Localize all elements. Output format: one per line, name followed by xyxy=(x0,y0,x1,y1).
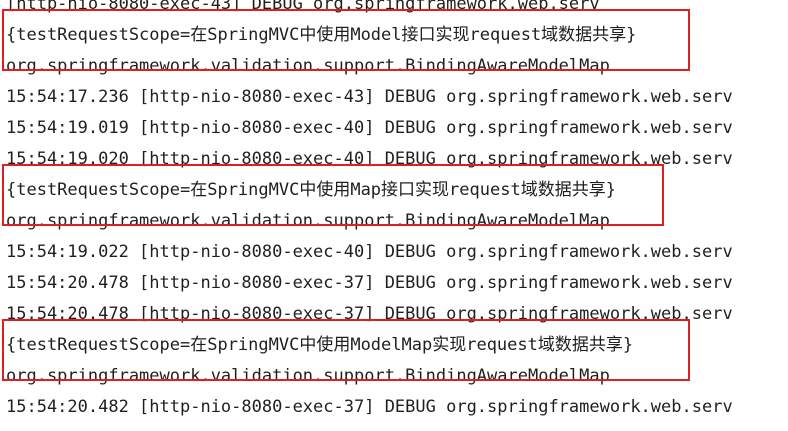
console-line-4: 15:54:19.019 [http-nio-8080-exec-40] DEB… xyxy=(6,118,733,138)
console-line-6: {testRequestScope=在SpringMVC中使用Map接口实现re… xyxy=(6,180,616,200)
console-output: [http-nio-8080-exec-43] DEBUG org.spring… xyxy=(0,0,788,423)
console-line-8: 15:54:19.022 [http-nio-8080-exec-40] DEB… xyxy=(6,242,733,262)
console-line-12: org.springframework.validation.support.B… xyxy=(6,366,610,386)
console-line-11: {testRequestScope=在SpringMVC中使用ModelMap实… xyxy=(6,335,634,355)
console-line-5: 15:54:19.020 [http-nio-8080-exec-40] DEB… xyxy=(6,149,733,169)
console-line-3: 15:54:17.236 [http-nio-8080-exec-43] DEB… xyxy=(6,87,733,107)
console-line-13: 15:54:20.482 [http-nio-8080-exec-37] DEB… xyxy=(6,397,733,417)
console-line-7: org.springframework.validation.support.B… xyxy=(6,211,610,231)
console-line-9: 15:54:20.478 [http-nio-8080-exec-37] DEB… xyxy=(6,273,733,293)
console-line-2: org.springframework.validation.support.B… xyxy=(6,56,610,76)
console-line-1: {testRequestScope=在SpringMVC中使用Model接口实现… xyxy=(6,25,637,45)
console-line-10: 15:54:20.478 [http-nio-8080-exec-37] DEB… xyxy=(6,304,733,324)
console-line-partial: [http-nio-8080-exec-43] DEBUG org.spring… xyxy=(6,0,600,14)
